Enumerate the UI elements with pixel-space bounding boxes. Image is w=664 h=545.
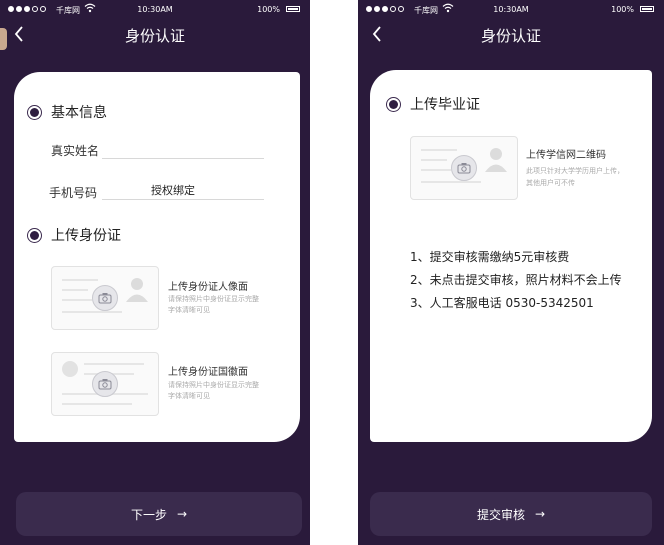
id-front-hint-2: 字体清晰可见 — [168, 306, 210, 314]
next-step-label: 下一步 — [130, 507, 167, 522]
page-title: 身份认证 — [480, 27, 541, 45]
right-screen: 千库网 10:30AM 100% 身份认证 上传毕业证 上传学信网二维码 此项只… — [358, 0, 664, 545]
person-silhouette-icon — [126, 278, 148, 302]
person-silhouette-icon — [485, 148, 507, 172]
id-front-title: 上传身份证人像面 — [168, 282, 248, 293]
phone-input-line — [102, 199, 264, 200]
qr-upload-title: 上传学信网二维码 — [526, 150, 606, 161]
qr-upload-hint-2: 其他用户可不传 — [526, 179, 575, 187]
nav-bar: 身份认证 — [358, 22, 664, 48]
id-back-hint-2: 字体清晰可见 — [168, 392, 210, 400]
submit-review-button[interactable]: 提交审核 → — [370, 492, 652, 536]
arrow-right-icon: → — [534, 507, 546, 521]
note-item: 1、提交审核需缴纳5元审核费 — [410, 250, 570, 264]
battery-percent: 100% — [257, 5, 280, 14]
battery-percent: 100% — [611, 5, 634, 14]
id-front-hint-1: 请保持照片中身份证显示完整 — [168, 295, 259, 303]
status-bar: 千库网 10:30AM 100% — [0, 0, 310, 20]
left-screen: 千库网 10:30AM 100% 身份认证 基本信息 真实姓名 手机号码 授权绑… — [0, 0, 310, 545]
form-card: 基本信息 真实姓名 手机号码 授权绑定 上传身份证 上传身份证人像面 请保持照片… — [14, 72, 300, 442]
id-back-title: 上传身份证国徽面 — [168, 367, 248, 378]
phone-label: 手机号码 — [49, 186, 98, 200]
radio-marker-icon — [28, 105, 41, 119]
notes-list: 1、提交审核需缴纳5元审核费 2、未点击提交审核，照片材料不会上传 3、人工客服… — [410, 246, 622, 315]
status-bar: 千库网 10:30AM 100% — [358, 0, 664, 20]
radio-marker-icon — [28, 228, 41, 242]
section-title: 上传身份证 — [51, 228, 121, 244]
note-item: 2、未点击提交审核，照片材料不会上传 — [410, 273, 622, 287]
diploma-card: 上传毕业证 上传学信网二维码 此项只针对大学学历用户上传， 其他用户可不传 1、… — [370, 70, 652, 442]
id-front-upload[interactable] — [51, 266, 159, 330]
page-title: 身份认证 — [124, 27, 185, 45]
id-back-hint-1: 请保持照片中身份证显示完整 — [168, 381, 259, 389]
id-upload-section: 上传身份证 — [28, 225, 121, 245]
radio-marker-icon — [387, 97, 400, 111]
arrow-right-icon: → — [176, 507, 188, 521]
submit-review-label: 提交审核 — [476, 507, 525, 522]
camera-icon — [92, 371, 118, 397]
battery-icon — [640, 6, 654, 12]
battery-icon — [286, 6, 300, 12]
next-step-button[interactable]: 下一步 → — [16, 492, 302, 536]
id-back-upload[interactable] — [51, 352, 159, 416]
diploma-section: 上传毕业证 — [387, 94, 480, 114]
nav-bar: 身份认证 — [0, 22, 310, 48]
bind-phone-button[interactable]: 授权绑定 — [151, 182, 195, 198]
section-title: 上传毕业证 — [410, 97, 480, 113]
emblem-icon — [62, 361, 78, 377]
camera-icon — [92, 285, 118, 311]
camera-icon — [451, 155, 477, 181]
basic-info-section: 基本信息 — [28, 102, 107, 122]
name-label: 真实姓名 — [51, 144, 100, 158]
section-title: 基本信息 — [51, 105, 107, 121]
note-item: 3、人工客服电话 0530-5342501 — [410, 296, 594, 310]
name-input[interactable] — [102, 158, 264, 159]
qr-upload-hint-1: 此项只针对大学学历用户上传， — [526, 167, 624, 175]
qr-code-upload[interactable] — [410, 136, 518, 200]
